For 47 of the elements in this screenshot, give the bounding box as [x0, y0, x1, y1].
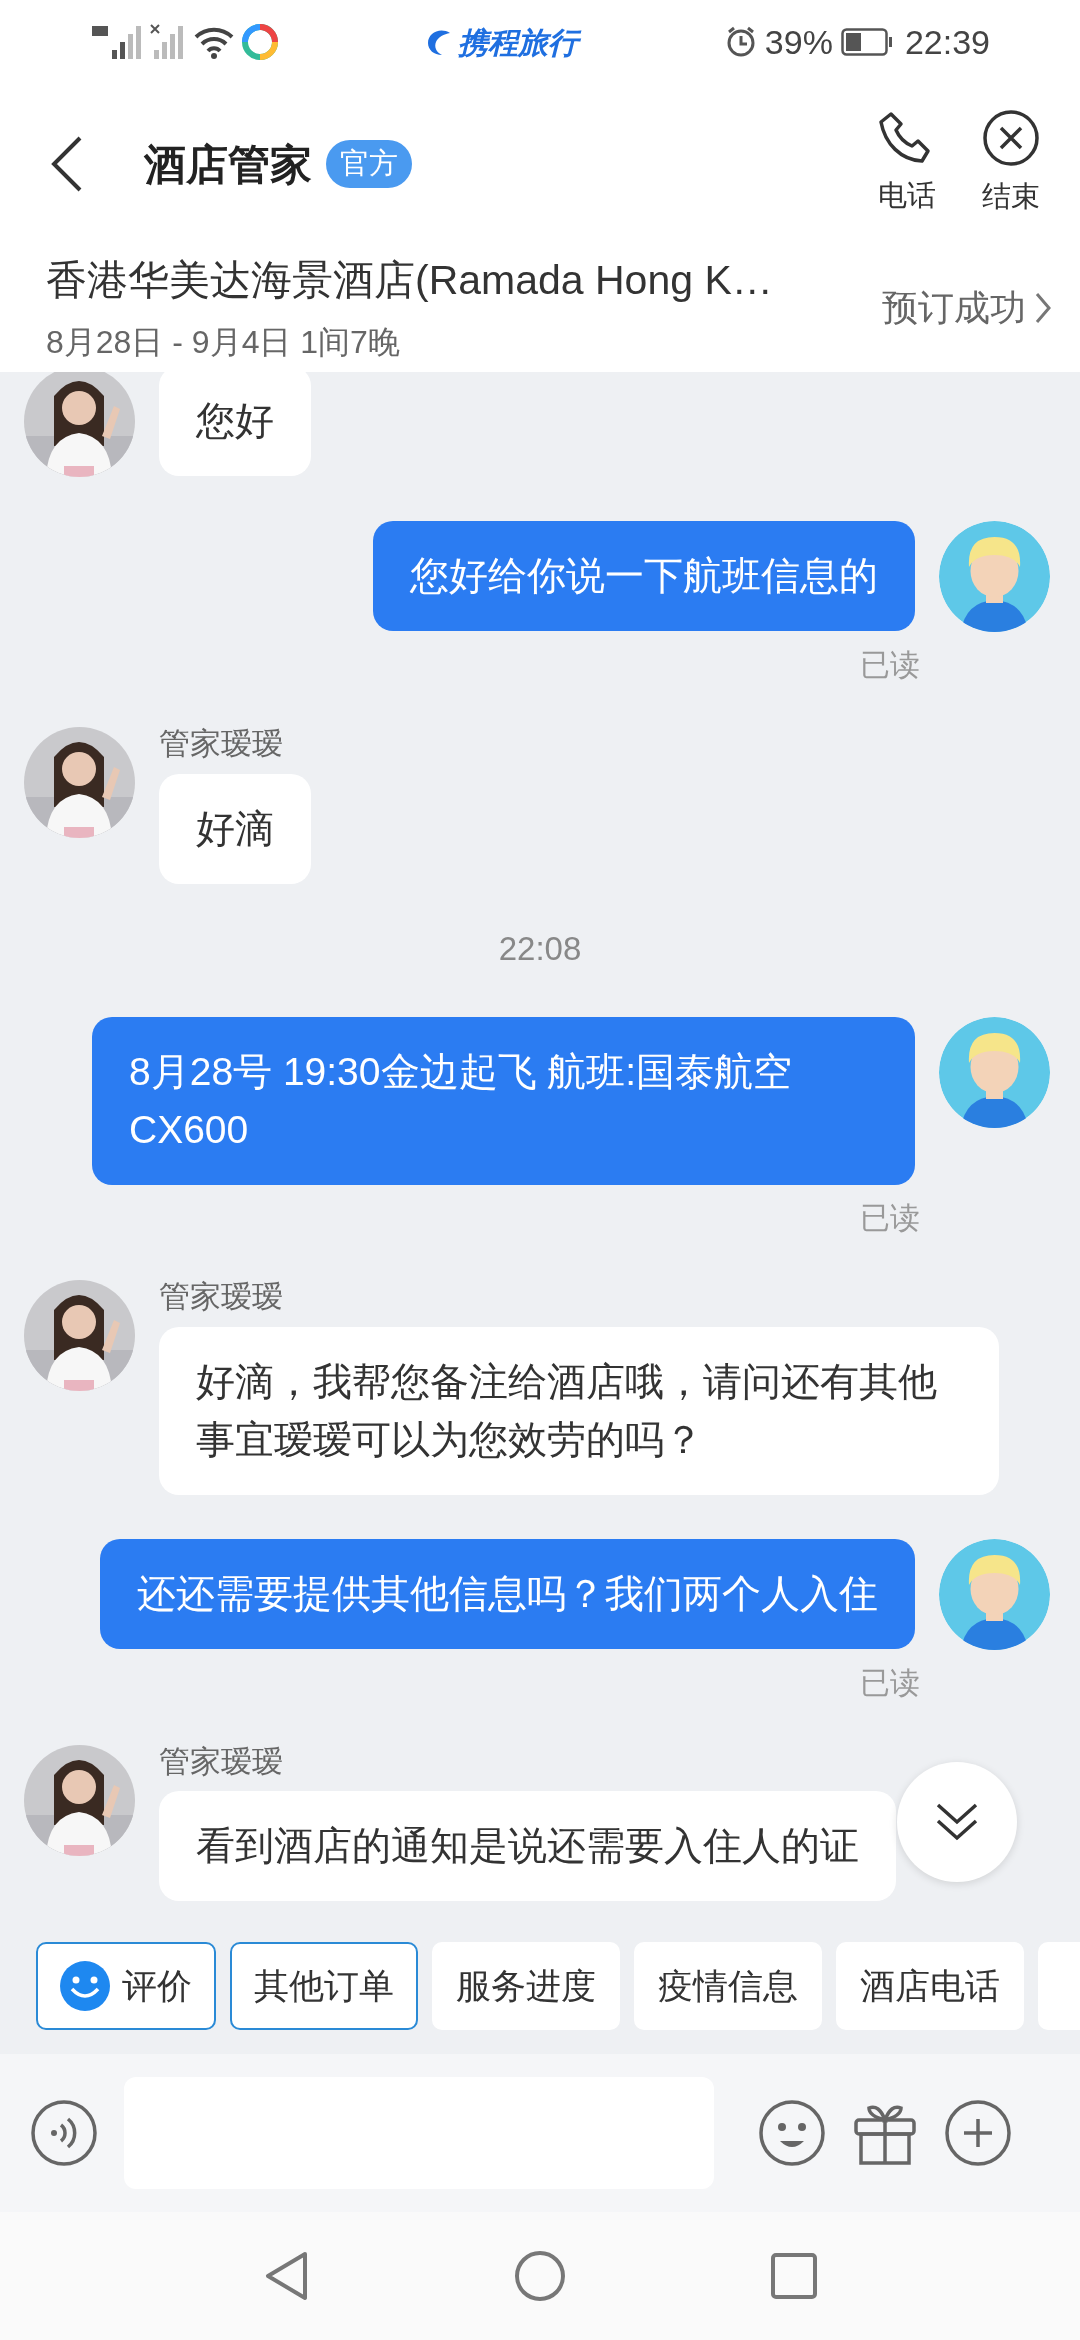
quick-reply-chip[interactable]: 酒店电话: [836, 1942, 1024, 2030]
timestamp: 22:08: [497, 928, 583, 969]
sender-name: 管家瑷瑷: [159, 1278, 283, 1316]
message-bubble: 看到酒店的通知是说还需要入住人的证: [159, 1791, 896, 1901]
message-bubble: 8月28号 19:30金边起飞 航班:国泰航空CX600: [92, 1017, 915, 1185]
smiley-icon: [60, 1961, 110, 2011]
avatar-icon: [939, 521, 1050, 632]
message-bubble: 您好: [159, 372, 311, 476]
avatar-icon: [939, 1017, 1050, 1128]
avatar-icon: [939, 1538, 1050, 1650]
header-title: 酒店管家: [144, 139, 312, 190]
quick-reply-chip[interactable]: 疫情信息: [634, 1942, 822, 2030]
action-button[interactable]: 电话: [878, 110, 936, 218]
sender-name: 管家瑷瑷: [159, 725, 283, 763]
message-bubble: 好滴: [159, 773, 311, 884]
battery-percent: 39%: [764, 21, 833, 63]
back-icon: [50, 135, 84, 193]
stay-dates: 8月28日 - 9月4日 1间7晚: [46, 322, 401, 362]
emoji-button[interactable]: [758, 2099, 826, 2167]
double-chevron-icon: [935, 1802, 979, 1842]
read-receipt: 已读: [859, 1664, 921, 1701]
battery-icon: [840, 28, 893, 56]
read-receipt: 已读: [859, 1200, 921, 1236]
quick-reply-chip[interactable]: 评价: [36, 1942, 216, 2030]
close-icon: [982, 109, 1040, 168]
message-bubble: 好滴，我帮您备注给酒店哦，请问还有其他事宜瑷瑷可以为您效劳的吗？: [159, 1326, 999, 1495]
back-button[interactable]: [50, 135, 84, 193]
action-button[interactable]: 结束: [982, 109, 1040, 219]
quick-reply-chip[interactable]: 服务进度: [432, 1942, 620, 2030]
message-bubble: 还还需要提供其他信息吗？我们两个人入住: [100, 1538, 915, 1649]
signal-icon: [150, 24, 186, 60]
sender-name: 管家瑷瑷: [159, 1742, 283, 1781]
signal-icon: [90, 24, 142, 60]
chevron-icon: [1034, 291, 1052, 325]
official-badge: 官方: [326, 140, 412, 188]
clock-time: 22:39: [904, 21, 990, 63]
quick-reply-chip[interactable]: 其他订单: [230, 1942, 418, 2030]
recents-button[interactable]: [771, 2253, 818, 2299]
add-button[interactable]: [944, 2099, 1012, 2167]
app-icon: [242, 24, 278, 60]
home-button[interactable]: [514, 2250, 566, 2302]
order-status-link[interactable]: 预订成功: [882, 281, 1052, 335]
voice-button[interactable]: [30, 2099, 98, 2167]
message-bubble: 您好给你说一下航班信息的: [373, 521, 915, 631]
read-receipt: 已读: [859, 647, 921, 683]
hotel-name: 香港华美达海景酒店(Ramada Hong K…: [46, 256, 774, 306]
wifi-icon: [194, 25, 234, 59]
